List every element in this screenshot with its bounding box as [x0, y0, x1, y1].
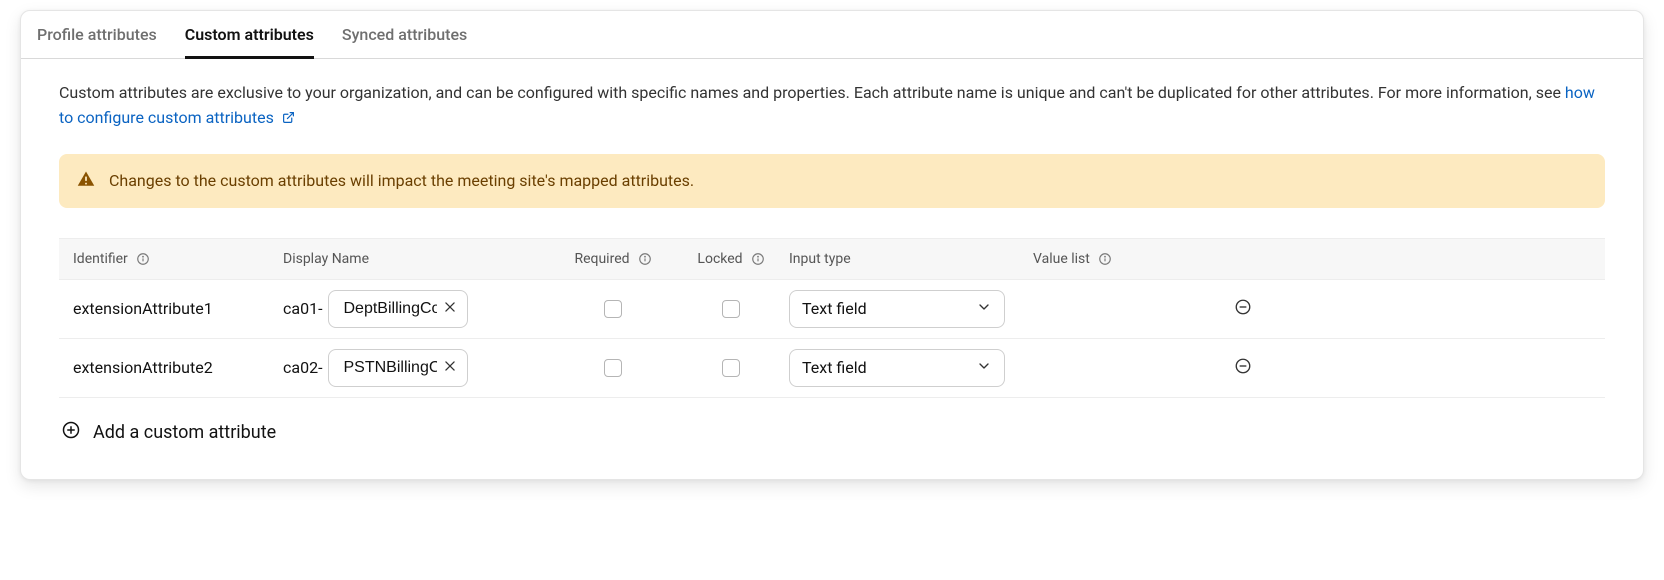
col-locked-label: Locked [697, 251, 742, 267]
display-name-prefix: ca02- [283, 358, 322, 377]
tab-synced-attributes[interactable]: Synced attributes [342, 11, 467, 59]
display-name-prefix: ca01- [283, 299, 322, 318]
chevron-down-icon [976, 358, 992, 378]
tabs: Profile attributes Custom attributes Syn… [21, 11, 1643, 59]
chevron-down-icon [976, 299, 992, 319]
locked-checkbox[interactable] [722, 300, 740, 318]
plus-circle-icon [61, 420, 81, 445]
required-checkbox[interactable] [604, 300, 622, 318]
input-type-cell: Text field [789, 349, 1033, 387]
display-name-input-wrap [328, 290, 468, 328]
col-required: Required [553, 251, 673, 267]
col-identifier-label: Identifier [73, 251, 128, 267]
clear-input-button[interactable] [439, 355, 461, 380]
attributes-table: Identifier Display Name Required Locked [59, 238, 1605, 398]
tab-custom-attributes[interactable]: Custom attributes [185, 11, 314, 59]
required-checkbox[interactable] [604, 359, 622, 377]
col-display-name-label: Display Name [283, 251, 369, 267]
input-type-select[interactable]: Text field [789, 349, 1005, 387]
remove-row-button[interactable] [1230, 353, 1256, 382]
col-value-list-label: Value list [1033, 251, 1090, 267]
display-name-input[interactable] [341, 299, 439, 319]
col-input-type-label: Input type [789, 251, 851, 267]
required-cell [553, 300, 673, 318]
col-required-label: Required [574, 251, 629, 267]
input-type-value: Text field [802, 299, 867, 318]
col-input-type: Input type [789, 251, 1033, 267]
info-icon[interactable] [1098, 252, 1112, 266]
remove-row-button[interactable] [1230, 294, 1256, 323]
add-custom-attribute-button[interactable]: Add a custom attribute [59, 398, 278, 449]
required-cell [553, 359, 673, 377]
display-name-input-wrap [328, 349, 468, 387]
info-icon[interactable] [751, 252, 765, 266]
external-link-icon [282, 107, 295, 132]
locked-cell [673, 359, 789, 377]
description-body: Custom attributes are exclusive to your … [59, 83, 1565, 102]
col-locked: Locked [673, 251, 789, 267]
col-identifier: Identifier [73, 251, 283, 267]
actions-cell [1213, 353, 1273, 382]
actions-cell [1213, 294, 1273, 323]
input-type-cell: Text field [789, 290, 1033, 328]
content-area: Custom attributes are exclusive to your … [21, 59, 1643, 479]
minus-circle-icon [1234, 298, 1252, 319]
input-type-select[interactable]: Text field [789, 290, 1005, 328]
close-icon [443, 300, 457, 317]
table-row: extensionAttribute1 ca01- [59, 280, 1605, 339]
clear-input-button[interactable] [439, 296, 461, 321]
minus-circle-icon [1234, 357, 1252, 378]
input-type-value: Text field [802, 358, 867, 377]
warning-icon [77, 170, 95, 192]
table-header: Identifier Display Name Required Locked [59, 238, 1605, 280]
col-display-name: Display Name [283, 251, 553, 267]
locked-checkbox[interactable] [722, 359, 740, 377]
locked-cell [673, 300, 789, 318]
close-icon [443, 359, 457, 376]
tab-profile-attributes[interactable]: Profile attributes [37, 11, 157, 59]
warning-alert: Changes to the custom attributes will im… [59, 154, 1605, 208]
info-icon[interactable] [638, 252, 652, 266]
display-name-input[interactable] [341, 358, 439, 378]
info-icon[interactable] [136, 252, 150, 266]
custom-attributes-panel: Profile attributes Custom attributes Syn… [20, 10, 1644, 480]
identifier-cell: extensionAttribute1 [73, 299, 283, 318]
warning-text: Changes to the custom attributes will im… [109, 171, 694, 190]
display-name-cell: ca02- [283, 349, 553, 387]
col-value-list: Value list [1033, 251, 1213, 267]
add-custom-attribute-label: Add a custom attribute [93, 422, 276, 443]
description-text: Custom attributes are exclusive to your … [59, 81, 1605, 132]
table-row: extensionAttribute2 ca02- [59, 339, 1605, 398]
display-name-cell: ca01- [283, 290, 553, 328]
identifier-cell: extensionAttribute2 [73, 358, 283, 377]
